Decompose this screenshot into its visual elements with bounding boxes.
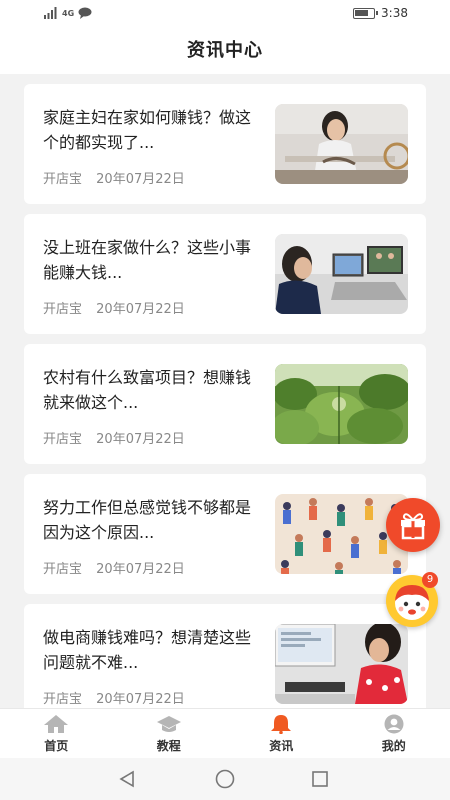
home-circle-icon[interactable] (215, 769, 235, 789)
article-source: 开店宝 (43, 562, 83, 577)
article-thumbnail[interactable] (275, 624, 408, 704)
article-thumbnail[interactable] (275, 104, 408, 184)
article-date: 20年07月22日 (96, 432, 185, 447)
recents-icon[interactable] (311, 770, 329, 788)
tab-home[interactable]: 首页 (0, 709, 113, 758)
home-icon (44, 715, 69, 733)
article-title: 努力工作但总感觉钱不够都是因为这个原因... (43, 498, 252, 542)
message-icon (78, 7, 92, 19)
article-meta: 开店宝 20年07月22日 (43, 558, 185, 577)
article-date: 20年07月22日 (96, 692, 185, 707)
article-list[interactable]: 家庭主妇在家如何赚钱？做这个的都实现了... 开店宝 20年07月22日 没上班… (0, 74, 450, 708)
article-title: 做电商赚钱难吗？想清楚这些问题就不难... (43, 628, 252, 672)
article-card[interactable]: 努力工作但总感觉钱不够都是因为这个原因... 开店宝 20年07月22日 (24, 474, 426, 594)
battery-icon (353, 7, 379, 19)
article-source: 开店宝 (43, 302, 83, 317)
article-thumbnail[interactable] (275, 234, 408, 314)
tab-label: 我的 (381, 739, 406, 753)
back-icon[interactable] (118, 770, 136, 788)
woman-computer-desk-image (275, 624, 408, 704)
tab-tutorial[interactable]: 教程 (113, 709, 226, 758)
article-card[interactable]: 做电商赚钱难吗？想清楚这些问题就不难... 开店宝 20年07月22日 (24, 604, 426, 708)
article-source: 开店宝 (43, 432, 83, 447)
tab-label: 教程 (156, 739, 181, 753)
article-card[interactable]: 没上班在家做什么？这些小事能赚大钱... 开店宝 20年07月22日 (24, 214, 426, 334)
article-meta: 开店宝 20年07月22日 (43, 298, 185, 317)
tab-label: 资讯 (269, 739, 294, 753)
article-source: 开店宝 (43, 172, 83, 187)
greenhouse-plants-image (275, 364, 408, 444)
network-type: 4G (62, 8, 75, 18)
article-card[interactable]: 农村有什么致富项目？想赚钱就来做这个... 开店宝 20年07月22日 (24, 344, 426, 464)
article-date: 20年07月22日 (96, 172, 185, 187)
user-icon (384, 714, 404, 734)
woman-sewing-image (275, 104, 408, 184)
woman-laptops-image (275, 234, 408, 314)
notification-badge: 9 (422, 572, 438, 588)
system-nav-bar (0, 758, 450, 800)
status-bar: 4G 3:38 (0, 0, 450, 28)
article-title: 家庭主妇在家如何赚钱？做这个的都实现了... (43, 108, 252, 152)
article-date: 20年07月22日 (96, 302, 185, 317)
article-source: 开店宝 (43, 692, 83, 707)
article-meta: 开店宝 20年07月22日 (43, 428, 185, 447)
article-meta: 开店宝 20年07月22日 (43, 688, 185, 707)
article-meta: 开店宝 20年07月22日 (43, 168, 185, 187)
tab-profile[interactable]: 我的 (338, 709, 450, 758)
gift-icon (401, 513, 425, 540)
article-title: 农村有什么致富项目？想赚钱就来做这个... (43, 368, 252, 412)
article-thumbnail[interactable] (275, 364, 408, 444)
tab-label: 首页 (44, 739, 69, 753)
signal-icon (44, 7, 57, 19)
gift-button[interactable] (386, 498, 440, 552)
page-header: 资讯中心 (0, 28, 450, 74)
article-date: 20年07月22日 (96, 562, 185, 577)
tab-news[interactable]: 资讯 (225, 709, 338, 758)
graduation-cap-icon (156, 716, 181, 732)
article-card[interactable]: 家庭主妇在家如何赚钱？做这个的都实现了... 开店宝 20年07月22日 (24, 84, 426, 204)
article-title: 没上班在家做什么？这些小事能赚大钱... (43, 238, 252, 282)
bell-icon (271, 715, 292, 734)
clock: 3:38 (381, 6, 408, 20)
bottom-tab-bar: 首页 教程 资讯 我的 (0, 708, 450, 758)
page-title: 资讯中心 (187, 40, 263, 61)
